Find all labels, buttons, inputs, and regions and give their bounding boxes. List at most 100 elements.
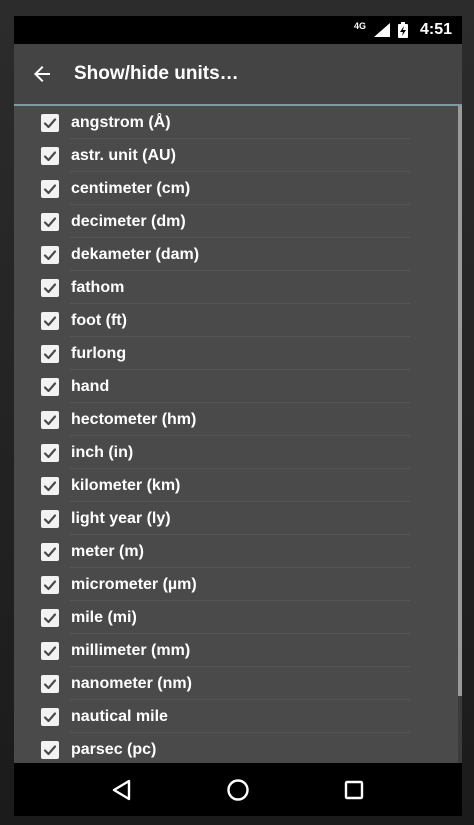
check-icon (43, 546, 57, 557)
check-icon (43, 183, 57, 194)
scrollbar-thumb[interactable] (458, 106, 462, 696)
unit-label: nanometer (nm) (71, 674, 192, 692)
check-icon (43, 414, 57, 425)
unit-label: furlong (71, 344, 127, 362)
unit-checkbox[interactable] (41, 542, 59, 561)
unit-row[interactable]: hand (14, 370, 462, 403)
unit-label: centimeter (cm) (71, 179, 191, 197)
nav-back-button[interactable] (98, 766, 146, 814)
unit-row[interactable]: millimeter (mm) (14, 634, 462, 667)
unit-label: astr. unit (AU) (71, 146, 176, 164)
unit-row[interactable]: mile (mi) (14, 601, 462, 634)
unit-row[interactable]: parsec (pc) (14, 733, 462, 763)
unit-checkbox[interactable] (41, 113, 59, 132)
unit-checkbox[interactable] (41, 641, 59, 660)
unit-label: dekameter (dam) (71, 245, 200, 263)
app-bar: Show/hide units… (14, 44, 462, 104)
unit-label: inch (in) (71, 443, 134, 461)
unit-row[interactable]: nautical mile (14, 700, 462, 733)
unit-checkbox[interactable] (41, 575, 59, 594)
device-frame: 4G 4:51 Show/hide units… angstrom (Å) as… (0, 0, 474, 825)
unit-row[interactable]: furlong (14, 337, 462, 370)
unit-checkbox[interactable] (41, 509, 59, 528)
unit-row[interactable]: nanometer (nm) (14, 667, 462, 700)
unit-row[interactable]: micrometer (µm) (14, 568, 462, 601)
unit-checkbox[interactable] (41, 410, 59, 429)
unit-row[interactable]: decimeter (dm) (14, 205, 462, 238)
check-icon (43, 612, 57, 623)
unit-label: fathom (71, 278, 125, 296)
network-type-label: 4G (353, 21, 366, 31)
check-icon (43, 744, 57, 755)
unit-label: meter (m) (71, 542, 144, 560)
check-icon (43, 480, 57, 491)
check-icon (43, 447, 57, 458)
unit-checkbox[interactable] (41, 245, 59, 264)
list-scrollbar[interactable] (458, 106, 462, 763)
unit-row[interactable]: hectometer (hm) (14, 403, 462, 436)
unit-checkbox[interactable] (41, 443, 59, 462)
unit-checkbox[interactable] (41, 740, 59, 759)
unit-row[interactable]: astr. unit (AU) (14, 139, 462, 172)
unit-label: mile (mi) (71, 608, 137, 626)
navigation-bar (14, 763, 462, 816)
unit-checkbox[interactable] (41, 146, 59, 165)
unit-label: decimeter (dm) (71, 212, 186, 230)
page-title: Show/hide units… (74, 63, 239, 84)
unit-row[interactable]: dekameter (dam) (14, 238, 462, 271)
units-list-container[interactable]: angstrom (Å) astr. unit (AU) centimeter (c… (14, 106, 462, 763)
check-icon (43, 513, 57, 524)
check-icon (43, 579, 57, 590)
unit-checkbox[interactable] (41, 212, 59, 231)
arrow-back-icon (34, 66, 50, 82)
unit-label: light year (ly) (71, 509, 171, 527)
unit-checkbox[interactable] (41, 344, 59, 363)
unit-row[interactable]: kilometer (km) (14, 469, 462, 502)
unit-row[interactable]: fathom (14, 271, 462, 304)
check-icon (43, 645, 57, 656)
unit-checkbox[interactable] (41, 608, 59, 627)
unit-label: hand (71, 377, 110, 395)
unit-checkbox[interactable] (41, 674, 59, 693)
home-circle-icon (227, 778, 249, 801)
check-icon (43, 117, 57, 128)
check-icon (43, 150, 57, 161)
units-list: angstrom (Å) astr. unit (AU) centimeter (c… (14, 106, 462, 763)
phone-screen: 4G 4:51 Show/hide units… angstrom (Å) as… (14, 16, 462, 816)
unit-row[interactable]: centimeter (cm) (14, 172, 462, 205)
nav-home-button[interactable] (214, 766, 262, 814)
unit-checkbox[interactable] (41, 377, 59, 396)
unit-checkbox[interactable] (41, 476, 59, 495)
unit-checkbox[interactable] (41, 707, 59, 726)
check-icon (43, 315, 57, 326)
back-button[interactable] (14, 44, 70, 104)
unit-label: nautical mile (71, 707, 168, 725)
status-icons: 4G 4:51 (354, 16, 452, 44)
battery-charging-icon (397, 22, 408, 38)
unit-checkbox[interactable] (41, 179, 59, 198)
status-bar: 4G 4:51 (14, 16, 462, 44)
check-icon (43, 711, 57, 722)
unit-label: millimeter (mm) (71, 641, 191, 659)
unit-row[interactable]: inch (in) (14, 436, 462, 469)
unit-label: parsec (pc) (71, 740, 157, 758)
status-clock: 4:51 (419, 21, 452, 38)
unit-row[interactable]: meter (m) (14, 535, 462, 568)
check-icon (43, 348, 57, 359)
unit-label: hectometer (hm) (71, 410, 197, 428)
unit-row[interactable]: foot (ft) (14, 304, 462, 337)
unit-checkbox[interactable] (41, 278, 59, 297)
recents-square-icon (344, 780, 364, 799)
check-icon (43, 249, 57, 260)
unit-label: foot (ft) (71, 311, 127, 329)
check-icon (43, 381, 57, 392)
unit-row[interactable]: angstrom (Å) (14, 106, 462, 139)
unit-checkbox[interactable] (41, 311, 59, 330)
check-icon (43, 282, 57, 293)
unit-row[interactable]: light year (ly) (14, 502, 462, 535)
unit-label: angstrom (Å) (71, 113, 171, 131)
nav-recents-button[interactable] (330, 766, 378, 814)
check-icon (43, 678, 57, 689)
signal-icon (373, 23, 390, 37)
unit-label: kilometer (km) (71, 476, 181, 494)
